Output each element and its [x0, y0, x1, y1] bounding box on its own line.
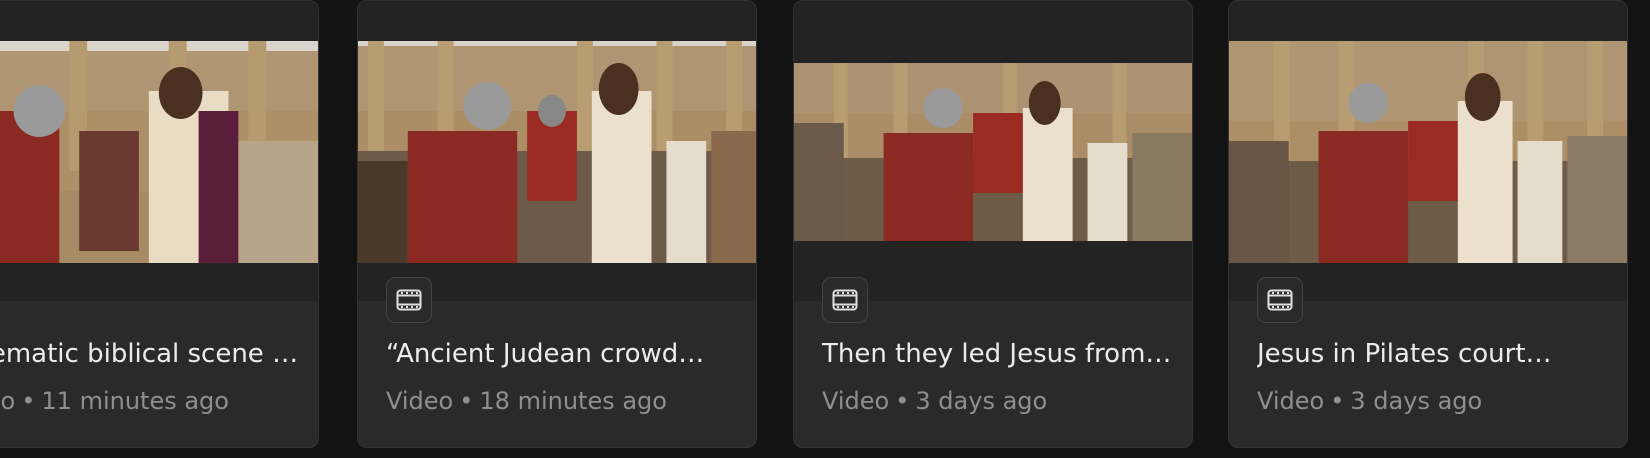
- video-thumbnail[interactable]: [0, 41, 318, 263]
- video-type-badge: [822, 277, 868, 323]
- thumbnail-frame: [1229, 1, 1627, 301]
- video-type-badge: [386, 277, 432, 323]
- meta-separator: •: [1330, 387, 1345, 415]
- thumbnail-frame: [358, 1, 756, 301]
- card-meta: Video •11 minutes ago: [0, 385, 229, 417]
- card-type: Video: [822, 387, 890, 415]
- meta-separator: •: [459, 387, 474, 415]
- card-title: Then they led Jesus from…: [822, 339, 1172, 369]
- video-thumbnail[interactable]: [1229, 41, 1627, 263]
- media-grid: Cinematic biblical scene i… Video•11 min…: [0, 0, 1650, 458]
- film-icon: [832, 289, 858, 311]
- video-thumbnail[interactable]: [358, 41, 756, 263]
- film-icon: [1267, 289, 1293, 311]
- card-meta: Video • 18 minutes ago: [386, 385, 667, 417]
- card-type: Video: [0, 387, 16, 415]
- card-title: Jesus in Pilates court…: [1257, 339, 1552, 369]
- thumbnail-frame: [0, 1, 318, 301]
- video-thumbnail[interactable]: [794, 63, 1192, 241]
- card-meta: Video • 3 days ago: [822, 385, 1047, 417]
- media-card[interactable]: Then they led Jesus from… Video • 3 days a…: [793, 0, 1193, 448]
- card-type: Video: [1257, 387, 1325, 415]
- card-meta: Video • 3 days ago: [1257, 385, 1482, 417]
- video-type-badge: [1257, 277, 1303, 323]
- media-card[interactable]: Jesus in Pilates court… Video • 3 days ago: [1228, 0, 1628, 448]
- card-title: Cinematic biblical scene i…: [0, 339, 303, 369]
- media-card[interactable]: Cinematic biblical scene i… Video •11 min…: [0, 0, 319, 448]
- meta-separator: •: [895, 387, 910, 415]
- card-time: 11 minutes ago: [41, 387, 229, 415]
- media-card[interactable]: “Ancient Judean crowd… Video • 18 minutes …: [357, 0, 757, 448]
- card-time: 3 days ago: [1350, 387, 1483, 415]
- meta-separator: •: [21, 387, 36, 415]
- thumbnail-frame: [794, 1, 1192, 301]
- card-title: “Ancient Judean crowd…: [386, 339, 705, 369]
- card-time: 18 minutes ago: [479, 387, 667, 415]
- film-icon: [396, 289, 422, 311]
- card-type: Video: [386, 387, 454, 415]
- card-time: 3 days ago: [915, 387, 1048, 415]
